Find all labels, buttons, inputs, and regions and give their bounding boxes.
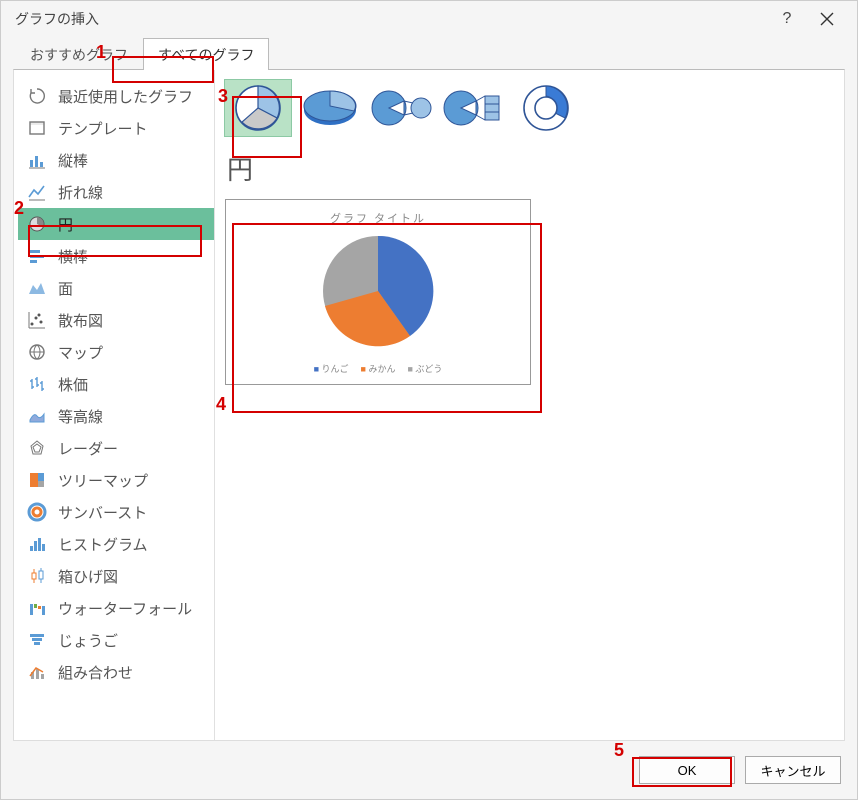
legend-item: みかん — [361, 362, 396, 375]
category-funnel[interactable]: じょうご — [18, 624, 214, 656]
category-label: 箱ひげ図 — [58, 566, 118, 587]
tab-all-charts[interactable]: すべてのグラフ — [143, 38, 269, 70]
category-label: 株価 — [58, 374, 88, 395]
category-label: 縦棒 — [58, 150, 88, 171]
legend-item: ぶどう — [407, 362, 442, 375]
sunburst-icon — [26, 501, 48, 523]
subtype-pie-2d[interactable] — [225, 80, 291, 136]
category-label: 横棒 — [58, 246, 88, 267]
category-label: マップ — [58, 342, 103, 363]
tab-recommended[interactable]: おすすめグラフ — [15, 38, 143, 70]
tab-bar: おすすめグラフ すべてのグラフ — [1, 37, 857, 69]
chart-preview[interactable]: グラフ タイトル りんご みかん ぶどう — [225, 199, 531, 385]
subtype-doughnut[interactable] — [513, 80, 579, 136]
category-template[interactable]: テンプレート — [18, 112, 214, 144]
bar-chart-icon — [26, 245, 48, 267]
pie-preview-graphic — [313, 226, 443, 356]
waterfall-icon — [26, 597, 48, 619]
title-bar: グラフの挿入 ? — [1, 1, 857, 37]
chart-preview-legend: りんご みかん ぶどう — [314, 362, 443, 375]
treemap-icon — [26, 469, 48, 491]
category-bar[interactable]: 横棒 — [18, 240, 214, 272]
subtype-pie-of-pie[interactable] — [369, 80, 435, 136]
boxwhisker-icon — [26, 565, 48, 587]
close-button[interactable] — [807, 4, 847, 34]
subtype-pie-3d[interactable] — [297, 80, 363, 136]
template-icon — [26, 117, 48, 139]
combo-chart-icon — [26, 661, 48, 683]
category-label: テンプレート — [58, 118, 148, 139]
content-area: 最近使用したグラフ テンプレート 縦棒 折れ線 円 横棒 — [13, 69, 845, 741]
category-surface[interactable]: 等高線 — [18, 400, 214, 432]
category-combo[interactable]: 組み合わせ — [18, 656, 214, 688]
category-label: 等高線 — [58, 406, 103, 427]
category-treemap[interactable]: ツリーマップ — [18, 464, 214, 496]
pie-chart-icon — [26, 213, 48, 235]
category-area[interactable]: 面 — [18, 272, 214, 304]
category-pie[interactable]: 円 — [18, 208, 214, 240]
category-label: サンバースト — [58, 502, 147, 523]
category-boxwhisker[interactable]: 箱ひげ図 — [18, 560, 214, 592]
ok-button[interactable]: OK — [639, 756, 735, 784]
scatter-chart-icon — [26, 309, 48, 331]
category-line[interactable]: 折れ線 — [18, 176, 214, 208]
category-label: レーダー — [58, 438, 118, 459]
category-label: ツリーマップ — [58, 470, 148, 491]
insert-chart-dialog: グラフの挿入 ? おすすめグラフ すべてのグラフ 最近使用したグラフ テンプレー… — [0, 0, 858, 800]
category-sunburst[interactable]: サンバースト — [18, 496, 214, 528]
category-label: 面 — [58, 278, 73, 299]
column-chart-icon — [26, 149, 48, 171]
chart-subtype-row — [225, 80, 834, 136]
cancel-button[interactable]: キャンセル — [745, 756, 841, 784]
help-button[interactable]: ? — [767, 4, 807, 34]
stock-chart-icon — [26, 373, 48, 395]
dialog-footer: OK キャンセル — [1, 741, 857, 799]
map-icon — [26, 341, 48, 363]
area-chart-icon — [26, 277, 48, 299]
category-map[interactable]: マップ — [18, 336, 214, 368]
category-label: 組み合わせ — [58, 662, 133, 683]
category-label: 最近使用したグラフ — [58, 86, 193, 107]
category-label: 散布図 — [58, 310, 103, 331]
recent-icon — [26, 85, 48, 107]
chart-category-list: 最近使用したグラフ テンプレート 縦棒 折れ線 円 横棒 — [14, 70, 214, 740]
category-label: じょうご — [58, 630, 118, 651]
chart-preview-title: グラフ タイトル — [330, 210, 426, 226]
surface-chart-icon — [26, 405, 48, 427]
funnel-icon — [26, 629, 48, 651]
category-column[interactable]: 縦棒 — [18, 144, 214, 176]
category-label: 円 — [58, 214, 73, 235]
histogram-icon — [26, 533, 48, 555]
category-label: ヒストグラム — [58, 534, 148, 555]
category-waterfall[interactable]: ウォーターフォール — [18, 592, 214, 624]
category-scatter[interactable]: 散布図 — [18, 304, 214, 336]
legend-item: りんご — [314, 362, 349, 375]
radar-chart-icon — [26, 437, 48, 459]
dialog-title: グラフの挿入 — [15, 9, 767, 29]
category-label: 折れ線 — [58, 182, 103, 203]
subtype-bar-of-pie[interactable] — [441, 80, 507, 136]
line-chart-icon — [26, 181, 48, 203]
selected-chart-name: 円 — [227, 150, 834, 187]
category-radar[interactable]: レーダー — [18, 432, 214, 464]
category-recent[interactable]: 最近使用したグラフ — [18, 80, 214, 112]
category-histogram[interactable]: ヒストグラム — [18, 528, 214, 560]
category-label: ウォーターフォール — [58, 598, 192, 619]
category-stock[interactable]: 株価 — [18, 368, 214, 400]
main-panel: 円 グラフ タイトル りんご みかん ぶどう — [214, 70, 844, 740]
